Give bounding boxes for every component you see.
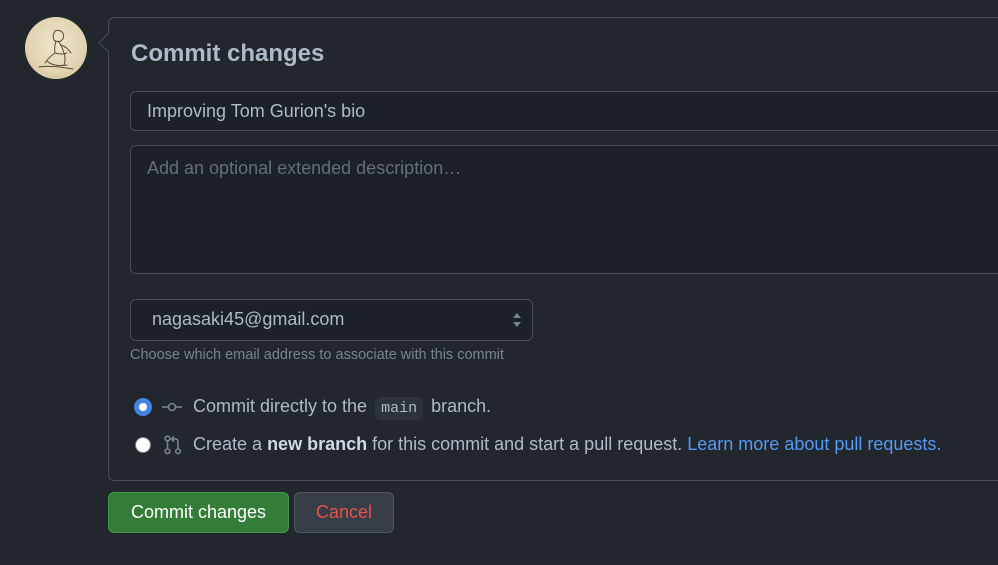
select-arrows-icon (513, 313, 521, 327)
email-select-value: nagasaki45@gmail.com (152, 309, 345, 329)
new-branch-suffix: for this commit and start a pull request… (372, 434, 683, 454)
new-branch-text: Create a (193, 434, 263, 454)
commit-description-textarea[interactable] (130, 145, 998, 274)
git-pull-request-icon (164, 435, 182, 455)
branch-name-code: main (375, 397, 424, 420)
email-hint: Choose which email address to associate … (130, 347, 504, 363)
commit-direct-label: Commit directly to the main branch. (193, 396, 492, 420)
commit-changes-button[interactable]: Commit changes (108, 492, 289, 533)
commit-direct-text: Commit directly to the (193, 396, 368, 416)
email-select[interactable]: nagasaki45@gmail.com (130, 299, 533, 341)
new-branch-bold: new branch (267, 434, 368, 454)
cancel-button[interactable]: Cancel (294, 492, 394, 533)
learn-more-link[interactable]: Learn more about pull requests. (687, 434, 941, 454)
git-commit-icon (162, 402, 182, 412)
new-branch-radio[interactable] (135, 437, 151, 453)
avatar[interactable] (25, 17, 87, 79)
commit-direct-radio[interactable] (135, 399, 151, 415)
page-title: Commit changes (131, 40, 325, 67)
commit-direct-suffix: branch. (431, 396, 492, 416)
avatar-sketch-icon (38, 29, 74, 70)
commit-summary-input[interactable] (130, 91, 998, 131)
new-branch-label: Create a new branch for this commit and … (193, 434, 941, 455)
